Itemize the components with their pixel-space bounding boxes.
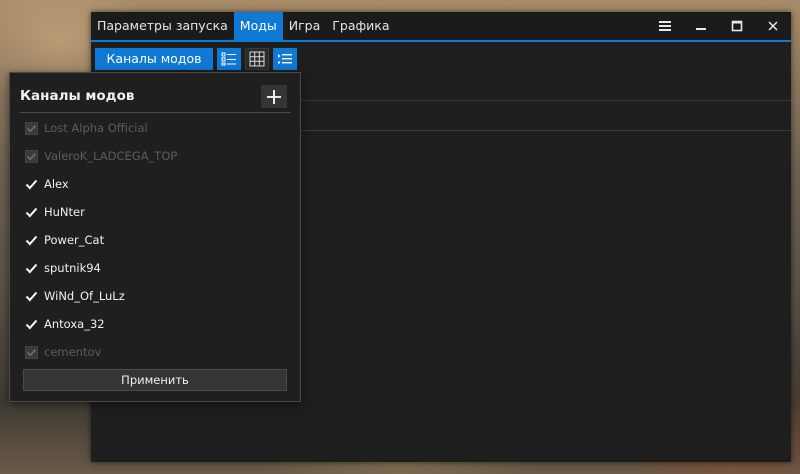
channel-label: Power_Cat bbox=[44, 233, 105, 247]
tab-graphics[interactable]: Графика bbox=[326, 12, 395, 40]
checkbox[interactable] bbox=[25, 318, 38, 331]
title-bar: Параметры запуска Моды Игра Графика bbox=[91, 12, 791, 42]
channel-label: WiNd_Of_LuLz bbox=[44, 289, 125, 303]
checkbox[interactable] bbox=[25, 290, 38, 303]
channel-item[interactable]: Power_Cat bbox=[25, 231, 104, 249]
mod-channels-panel: Каналы модов Lost Alpha Official ValeroK… bbox=[9, 72, 301, 402]
channel-item: Lost Alpha Official bbox=[25, 119, 148, 137]
channel-item[interactable]: Alex bbox=[25, 175, 69, 193]
plus-icon bbox=[267, 89, 281, 104]
maximize-icon[interactable] bbox=[719, 12, 755, 40]
channel-item: cementov bbox=[25, 343, 101, 361]
panel-divider bbox=[20, 112, 291, 113]
mods-toolbar: Каналы модов bbox=[95, 48, 297, 70]
channel-label: HuNter bbox=[44, 205, 85, 219]
mod-channels-button[interactable]: Каналы модов bbox=[95, 48, 213, 70]
channel-label: Lost Alpha Official bbox=[44, 121, 148, 135]
checkbox[interactable] bbox=[25, 234, 38, 247]
apply-button[interactable]: Применить bbox=[23, 369, 287, 391]
checkbox bbox=[25, 149, 38, 163]
channel-label: ValeroK_LADCEGA_TOP bbox=[44, 149, 178, 163]
window-controls bbox=[647, 12, 791, 40]
main-tabs: Параметры запуска Моды Игра Графика bbox=[91, 12, 396, 42]
tab-game[interactable]: Игра bbox=[283, 12, 327, 40]
detail-view-icon[interactable] bbox=[273, 48, 297, 70]
channel-item[interactable]: Antoxa_32 bbox=[25, 315, 105, 333]
channel-item[interactable]: sputnik94 bbox=[25, 259, 101, 277]
tab-launch-params[interactable]: Параметры запуска bbox=[91, 12, 234, 40]
checkbox[interactable] bbox=[25, 178, 38, 191]
channel-label: Alex bbox=[44, 177, 69, 191]
channel-item[interactable]: WiNd_Of_LuLz bbox=[25, 287, 125, 305]
channel-label: cementov bbox=[44, 345, 102, 359]
close-icon[interactable] bbox=[755, 12, 791, 40]
checkbox[interactable] bbox=[25, 262, 38, 275]
channel-item[interactable]: HuNter bbox=[25, 203, 85, 221]
grid-view-icon[interactable] bbox=[245, 48, 269, 70]
add-channel-button[interactable] bbox=[261, 85, 287, 108]
panel-title: Каналы модов bbox=[20, 88, 135, 104]
minimize-icon[interactable] bbox=[683, 12, 719, 40]
channel-label: Antoxa_32 bbox=[44, 317, 105, 331]
checkbox bbox=[25, 345, 38, 359]
checkbox bbox=[25, 121, 38, 135]
checkbox[interactable] bbox=[25, 206, 38, 219]
list-view-icon[interactable] bbox=[217, 48, 241, 70]
menu-icon[interactable] bbox=[647, 12, 683, 40]
tab-mods[interactable]: Моды bbox=[233, 12, 283, 40]
channel-item: ValeroK_LADCEGA_TOP bbox=[25, 147, 177, 165]
channel-label: sputnik94 bbox=[44, 261, 101, 275]
